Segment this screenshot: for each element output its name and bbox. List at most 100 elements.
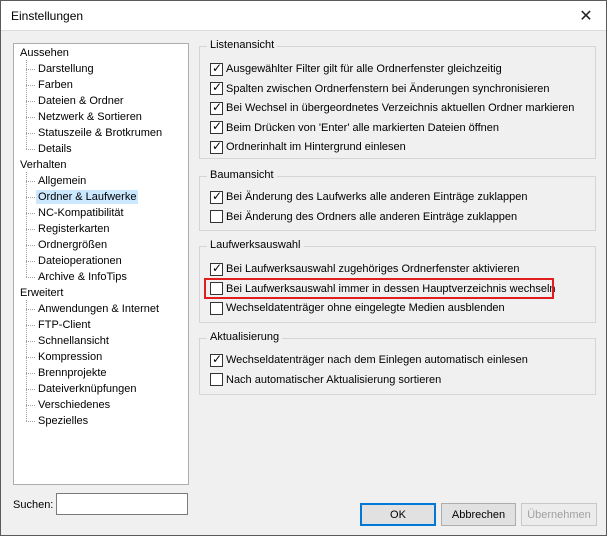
checkbox-unchecked[interactable] (210, 373, 223, 386)
settings-dialog: Einstellungen ✕ Aussehen Darstellung Farbe… (0, 0, 607, 536)
settings-category-tree[interactable]: Aussehen Darstellung Farben Dateien & Ordne… (13, 43, 189, 485)
checkmark-icon: ✓ (212, 119, 223, 133)
tree-item[interactable]: Brennprojekte (36, 366, 109, 380)
search-label: Suchen: (13, 499, 54, 511)
search-input[interactable] (56, 493, 188, 515)
checkbox-checked[interactable]: ✓ (210, 260, 223, 276)
option-row[interactable]: Bei Änderung des Ordners alle anderen Ei… (210, 209, 517, 225)
option-label: Wechseldatenträger nach dem Einlegen aut… (226, 354, 528, 366)
checkmark-icon: ✓ (212, 260, 223, 275)
tree-item[interactable]: Ordner & Laufwerke (36, 190, 139, 204)
tree-item[interactable]: Statuszeile & Brotkrumen (36, 126, 164, 140)
cancel-button[interactable]: Abbrechen (441, 503, 516, 526)
checkmark-icon: ✓ (212, 351, 223, 366)
tree-item[interactable]: NC-Kompatibilität (36, 206, 126, 220)
option-label: Ausgewählter Filter gilt für alle Ordner… (226, 63, 502, 75)
tree-connector (26, 373, 35, 374)
checkbox-checked[interactable]: ✓ (210, 80, 223, 95)
checkbox-checked[interactable]: ✓ (210, 138, 223, 154)
tree-connector (26, 421, 35, 422)
tree-item[interactable]: Anwendungen & Internet (36, 302, 161, 316)
group-title: Baumansicht (207, 169, 277, 181)
option-row[interactable]: ✓ Bei Änderung des Laufwerks alle anderen… (210, 189, 527, 205)
tree-item[interactable]: Archive & InfoTips (36, 270, 129, 284)
tree-connector (26, 229, 35, 230)
tree-connector (26, 357, 35, 358)
option-label: Ordnerinhalt im Hintergrund einlesen (226, 141, 406, 153)
option-label: Bei Änderung des Laufwerks alle anderen … (226, 191, 528, 203)
tree-item[interactable]: Kompression (36, 350, 104, 364)
tree-group-2[interactable]: Erweitert (18, 286, 65, 300)
tree-item[interactable]: FTP-Client (36, 318, 93, 332)
tree-connector (26, 133, 35, 134)
tree-item[interactable]: Schnellansicht (36, 334, 111, 348)
tree-connector (26, 149, 35, 150)
tree-connector (26, 181, 35, 182)
tree-connector (26, 277, 35, 278)
tree-item[interactable]: Dateien & Ordner (36, 94, 126, 108)
checkbox-unchecked[interactable] (210, 210, 223, 223)
option-row[interactable]: ✓ Spalten zwischen Ordnerfenstern bei Änd… (210, 80, 550, 97)
tree-item[interactable]: Netzwerk & Sortieren (36, 110, 144, 124)
checkbox-checked[interactable]: ✓ (210, 61, 223, 76)
tree-connector (26, 117, 35, 118)
option-label: Bei Laufwerksauswahl zugehöriges Ordnerf… (226, 263, 520, 275)
tree-item[interactable]: Verschiedenes (36, 398, 112, 412)
ok-button[interactable]: OK (360, 503, 436, 526)
tree-item[interactable]: Spezielles (36, 414, 90, 428)
option-row[interactable]: ✓ Ordnerinhalt im Hintergrund einlesen (210, 139, 406, 155)
tree-connector (26, 405, 35, 406)
option-label: Bei Wechsel in übergeordnetes Verzeichni… (226, 102, 575, 114)
tree-connector (26, 85, 35, 86)
tree-item[interactable]: Farben (36, 78, 75, 92)
option-row[interactable]: ✓ Bei Laufwerksauswahl zugehöriges Ordner… (210, 261, 520, 277)
close-icon[interactable]: ✕ (566, 1, 606, 31)
option-row[interactable]: ✓ Bei Wechsel in übergeordnetes Verzeichn… (210, 100, 574, 116)
apply-button: Übernehmen (521, 503, 597, 526)
checkbox-unchecked[interactable] (210, 301, 223, 315)
option-row[interactable]: Nach automatischer Aktualisierung sortie… (210, 372, 441, 388)
group-listenansicht: Listenansicht ✓ Ausgewählter Filter gilt f… (199, 39, 596, 159)
tree-connector (26, 60, 27, 149)
tree-connector (26, 309, 35, 310)
checkbox-checked[interactable]: ✓ (210, 351, 223, 367)
group-aktualisierung: Aktualisierung ✓ Wechseldatenträger nach d… (199, 331, 596, 395)
tree-item[interactable]: Dateiverknüpfungen (36, 382, 138, 396)
tree-group-0[interactable]: Aussehen (18, 46, 71, 60)
tree-group-1[interactable]: Verhalten (18, 158, 68, 172)
tree-connector (26, 325, 35, 326)
tree-item[interactable]: Dateioperationen (36, 254, 124, 268)
group-title: Listenansicht (207, 39, 278, 51)
option-row[interactable]: ✓ Wechseldatenträger nach dem Einlegen au… (210, 352, 528, 368)
tree-connector (26, 261, 35, 262)
tree-item[interactable]: Registerkarten (36, 222, 112, 236)
tree-item[interactable]: Ordnergrößen (36, 238, 109, 252)
checkbox-checked[interactable]: ✓ (210, 99, 223, 115)
tree-item[interactable]: Allgemein (36, 174, 88, 188)
option-label: Bei Änderung des Ordners alle anderen Ei… (226, 210, 518, 223)
checkbox-checked[interactable]: ✓ (210, 189, 223, 204)
option-label: Wechseldatenträger ohne eingelegte Medie… (226, 302, 505, 314)
tree-connector (26, 101, 35, 102)
option-label: Nach automatischer Aktualisierung sortie… (226, 373, 442, 386)
option-row[interactable]: Wechseldatenträger ohne eingelegte Medie… (210, 300, 505, 316)
checkmark-icon: ✓ (212, 99, 223, 114)
group-title: Aktualisierung (207, 331, 283, 343)
option-row[interactable]: ✓ Beim Drücken von 'Enter' alle markierte… (210, 119, 499, 136)
tree-connector (26, 69, 35, 70)
tree-connector (26, 300, 27, 421)
tree-connector (26, 341, 35, 342)
tree-connector (26, 213, 35, 214)
checkmark-icon: ✓ (212, 80, 223, 94)
title-bar: Einstellungen ✕ (1, 1, 606, 31)
window-title: Einstellungen (11, 9, 84, 23)
tree-connector (26, 245, 35, 246)
tree-item[interactable]: Details (36, 142, 74, 156)
tree-item[interactable]: Darstellung (36, 62, 96, 76)
annotation-highlight-box (204, 278, 554, 299)
option-row[interactable]: ✓ Ausgewählter Filter gilt für alle Ordne… (210, 61, 502, 77)
option-label: Spalten zwischen Ordnerfenstern bei Ände… (226, 82, 550, 95)
tree-connector (26, 389, 35, 390)
checkmark-icon: ✓ (212, 138, 223, 153)
checkbox-checked[interactable]: ✓ (210, 119, 223, 134)
